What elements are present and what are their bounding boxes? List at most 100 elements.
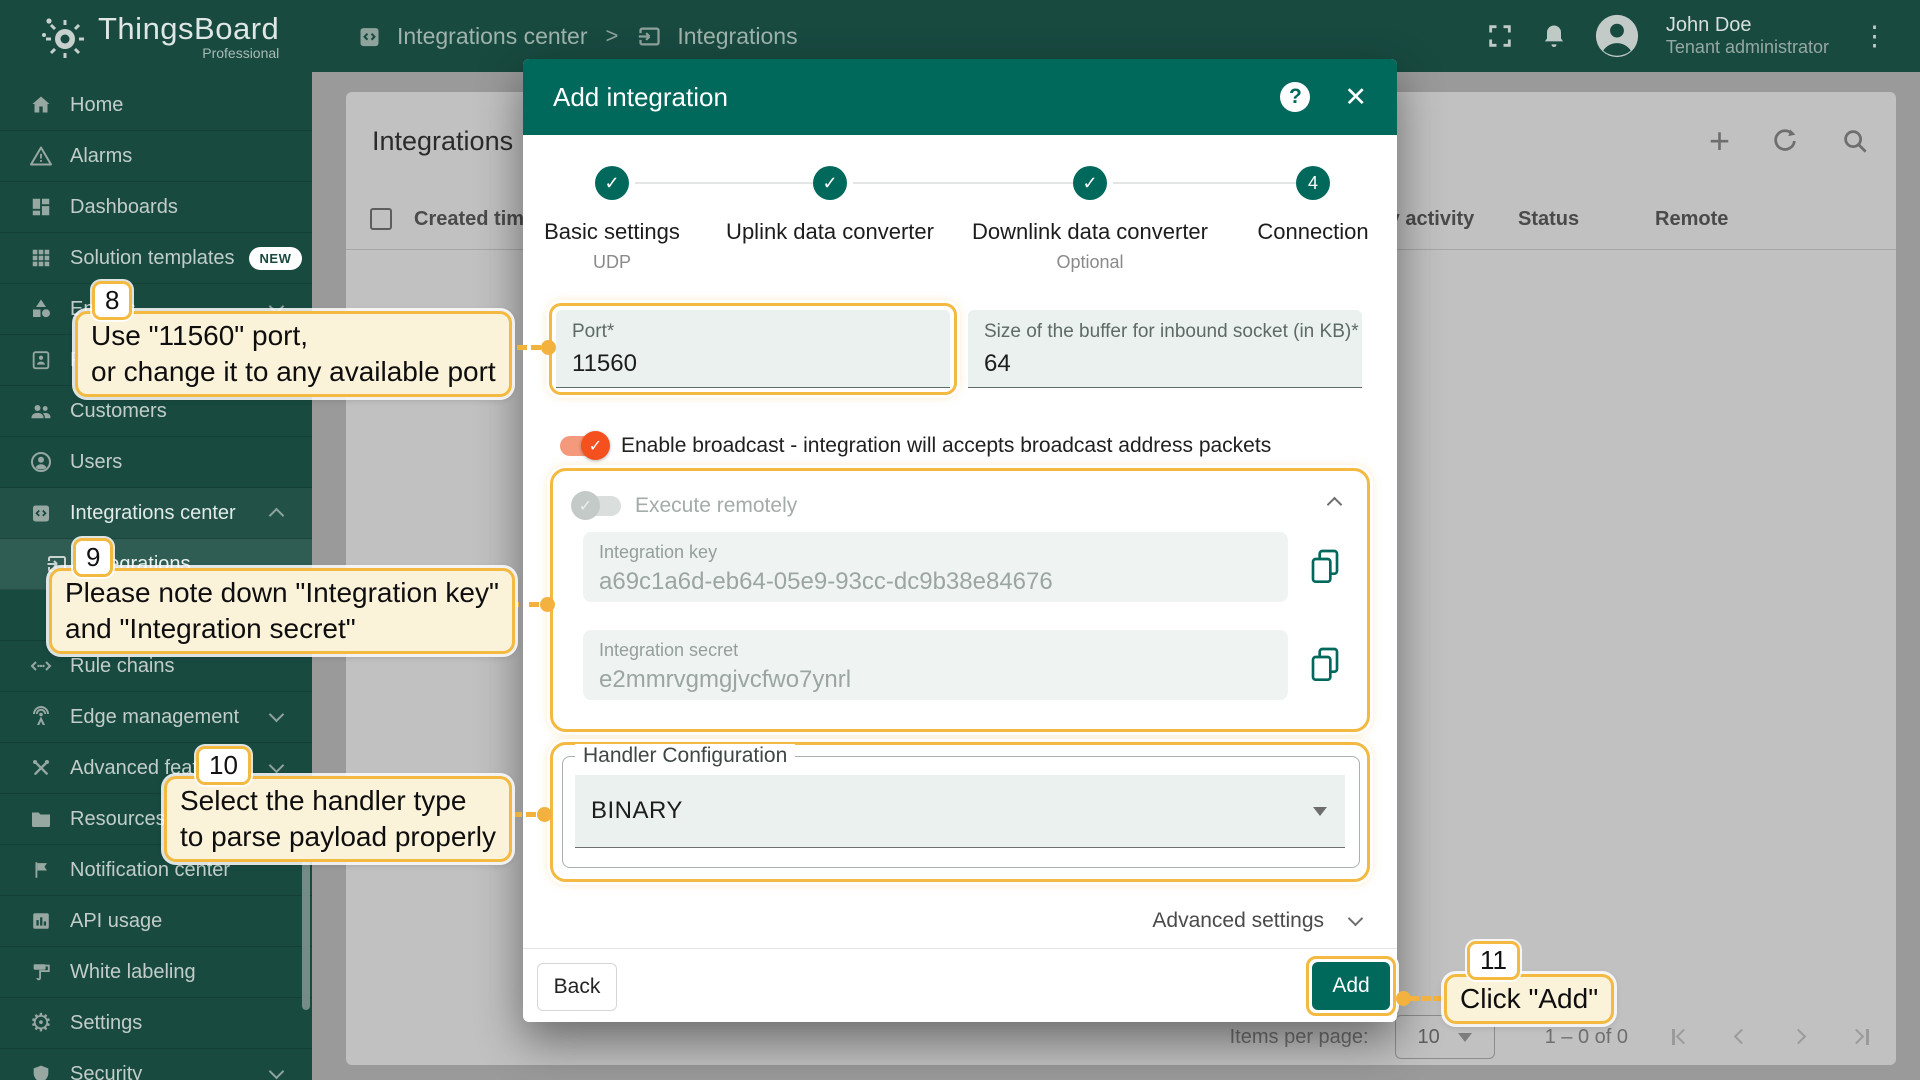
close-icon[interactable]: ✕ bbox=[1344, 82, 1367, 113]
dashboards-icon bbox=[28, 194, 54, 220]
step-2-label[interactable]: Uplink data converter bbox=[726, 219, 934, 245]
collapse-chevron-up-icon[interactable] bbox=[1327, 497, 1343, 513]
entities-icon bbox=[28, 296, 54, 322]
pagination-range: 1 – 0 of 0 bbox=[1545, 1026, 1628, 1049]
add-integration-icon[interactable]: + bbox=[1709, 123, 1730, 159]
avatar[interactable] bbox=[1594, 13, 1640, 59]
user-block[interactable]: John Doe Tenant administrator bbox=[1666, 13, 1829, 59]
kebab-menu-icon[interactable]: ⋮ bbox=[1855, 21, 1894, 52]
column-created-time[interactable]: Created time bbox=[414, 208, 535, 231]
paint-roller-icon bbox=[28, 959, 54, 985]
page-title: Integrations bbox=[372, 126, 513, 157]
sidebar-item-solution-templates[interactable]: Solution templates NEW bbox=[0, 233, 312, 284]
annotation-11-box: Click "Add" bbox=[1444, 974, 1614, 1024]
sidebar-scrollbar[interactable] bbox=[302, 860, 310, 1010]
annotation-11-badge: 11 bbox=[1467, 941, 1520, 980]
annotation-9-dot bbox=[540, 597, 555, 612]
back-button[interactable]: Back bbox=[537, 963, 617, 1011]
toggle-check-icon: ✓ bbox=[571, 491, 600, 520]
step-4-label[interactable]: Connection bbox=[1257, 219, 1368, 245]
integration-secret-field: Integration secret e2mmrvgmgjvcfwo7ynrl bbox=[583, 630, 1288, 700]
buffer-size-value: 64 bbox=[984, 350, 1011, 378]
sidebar-item-alarms[interactable]: Alarms bbox=[0, 131, 312, 182]
chevron-up-icon bbox=[269, 508, 285, 524]
logo-title: ThingsBoard bbox=[98, 11, 279, 47]
port-value: 11560 bbox=[572, 350, 637, 378]
enable-broadcast-label: Enable broadcast - integration will acce… bbox=[621, 434, 1271, 458]
select-caret-icon bbox=[1313, 807, 1327, 816]
sidebar-item-users[interactable]: Users bbox=[0, 437, 312, 488]
step-3-sublabel: Optional bbox=[1056, 252, 1123, 273]
previous-page-icon bbox=[1728, 1024, 1754, 1050]
step-4-number-icon[interactable]: 4 bbox=[1296, 166, 1330, 200]
chevron-down-icon bbox=[269, 1064, 285, 1080]
step-1-sublabel: UDP bbox=[593, 252, 631, 273]
annotation-10-badge: 10 bbox=[196, 746, 251, 785]
sidebar-item-api-usage[interactable]: API usage bbox=[0, 896, 312, 947]
annotation-10-box: Select the handler type to parse payload… bbox=[164, 776, 512, 862]
sidebar-item-edge-management[interactable]: Edge management bbox=[0, 692, 312, 743]
integrations-icon bbox=[636, 23, 663, 50]
port-field[interactable]: Port* 11560 bbox=[556, 310, 950, 388]
notifications-bell-icon[interactable] bbox=[1540, 22, 1568, 50]
sidebar-item-settings[interactable]: ⚙ Settings bbox=[0, 998, 312, 1049]
sidebar-item-white-labeling[interactable]: White labeling bbox=[0, 947, 312, 998]
search-icon[interactable] bbox=[1840, 126, 1870, 156]
dialog-footer: Back Add bbox=[523, 948, 1397, 1022]
add-button[interactable]: Add bbox=[1312, 962, 1390, 1010]
copy-secret-icon[interactable] bbox=[1309, 646, 1341, 684]
enable-broadcast-toggle[interactable]: ✓ bbox=[560, 436, 606, 456]
dialog-title: Add integration bbox=[553, 82, 728, 113]
annotation-9-box: Please note down "Integration key" and "… bbox=[49, 568, 515, 654]
fullscreen-icon[interactable] bbox=[1486, 22, 1514, 50]
edge-antenna-icon bbox=[28, 704, 54, 730]
select-caret-icon bbox=[1458, 1033, 1472, 1042]
buffer-size-field[interactable]: Size of the buffer for inbound socket (i… bbox=[968, 310, 1362, 388]
help-icon[interactable]: ? bbox=[1280, 82, 1310, 112]
new-badge: NEW bbox=[249, 247, 303, 270]
annotation-8-dot bbox=[541, 340, 556, 355]
copy-key-icon[interactable] bbox=[1309, 548, 1341, 586]
step-2-done-icon[interactable]: ✓ bbox=[813, 166, 847, 200]
customers-icon bbox=[28, 398, 54, 424]
sidebar-item-home[interactable]: Home bbox=[0, 80, 312, 131]
dialog-header: Add integration ? ✕ bbox=[523, 59, 1397, 135]
column-remote[interactable]: Remote bbox=[1655, 208, 1728, 231]
step-1-label[interactable]: Basic settings bbox=[544, 219, 680, 245]
breadcrumb-section[interactable]: Integrations center bbox=[397, 23, 588, 50]
folder-icon bbox=[28, 806, 54, 832]
alarm-warning-icon bbox=[28, 143, 54, 169]
annotation-8-badge: 8 bbox=[92, 281, 132, 320]
annotation-8-box: Use "11560" port, or change it to any av… bbox=[75, 311, 512, 397]
breadcrumb-separator: > bbox=[606, 23, 619, 49]
tools-icon bbox=[28, 755, 54, 781]
breadcrumb-page[interactable]: Integrations bbox=[677, 23, 797, 50]
add-button-highlight: Add bbox=[1306, 956, 1396, 1016]
rule-chains-icon bbox=[28, 653, 54, 679]
items-per-page-label: Items per page: bbox=[1230, 1026, 1369, 1049]
step-3-done-icon[interactable]: ✓ bbox=[1073, 166, 1107, 200]
column-status[interactable]: Status bbox=[1518, 208, 1579, 231]
profiles-icon bbox=[28, 347, 54, 373]
sidebar-item-dashboards[interactable]: Dashboards bbox=[0, 182, 312, 233]
refresh-icon[interactable] bbox=[1770, 126, 1800, 156]
select-all-checkbox[interactable] bbox=[370, 208, 392, 230]
first-page-icon bbox=[1668, 1024, 1694, 1050]
gear-icon: ⚙ bbox=[28, 1010, 54, 1036]
handler-type-select[interactable]: BINARY bbox=[575, 775, 1345, 848]
integration-key-label: Integration key bbox=[599, 542, 717, 563]
advanced-settings-toggle[interactable]: Advanced settings bbox=[1152, 909, 1361, 933]
advanced-settings-label: Advanced settings bbox=[1152, 909, 1324, 933]
thingsboard-bug-icon bbox=[40, 13, 86, 59]
annotation-10-dot bbox=[537, 807, 552, 822]
integration-secret-label: Integration secret bbox=[599, 640, 738, 661]
step-3-label[interactable]: Downlink data converter bbox=[972, 219, 1208, 245]
buffer-size-label: Size of the buffer for inbound socket (i… bbox=[984, 321, 1359, 343]
integration-key-value: a69c1a6d-eb64-05e9-93cc-dc9b38e84676 bbox=[599, 568, 1053, 596]
logo[interactable]: ThingsBoard Professional bbox=[0, 11, 312, 61]
shield-icon bbox=[28, 1061, 54, 1080]
step-1-done-icon[interactable]: ✓ bbox=[595, 166, 629, 200]
sidebar-item-integrations-center[interactable]: Integrations center bbox=[0, 488, 312, 539]
sidebar-item-security[interactable]: Security bbox=[0, 1049, 312, 1080]
logo-subtitle: Professional bbox=[98, 45, 279, 61]
